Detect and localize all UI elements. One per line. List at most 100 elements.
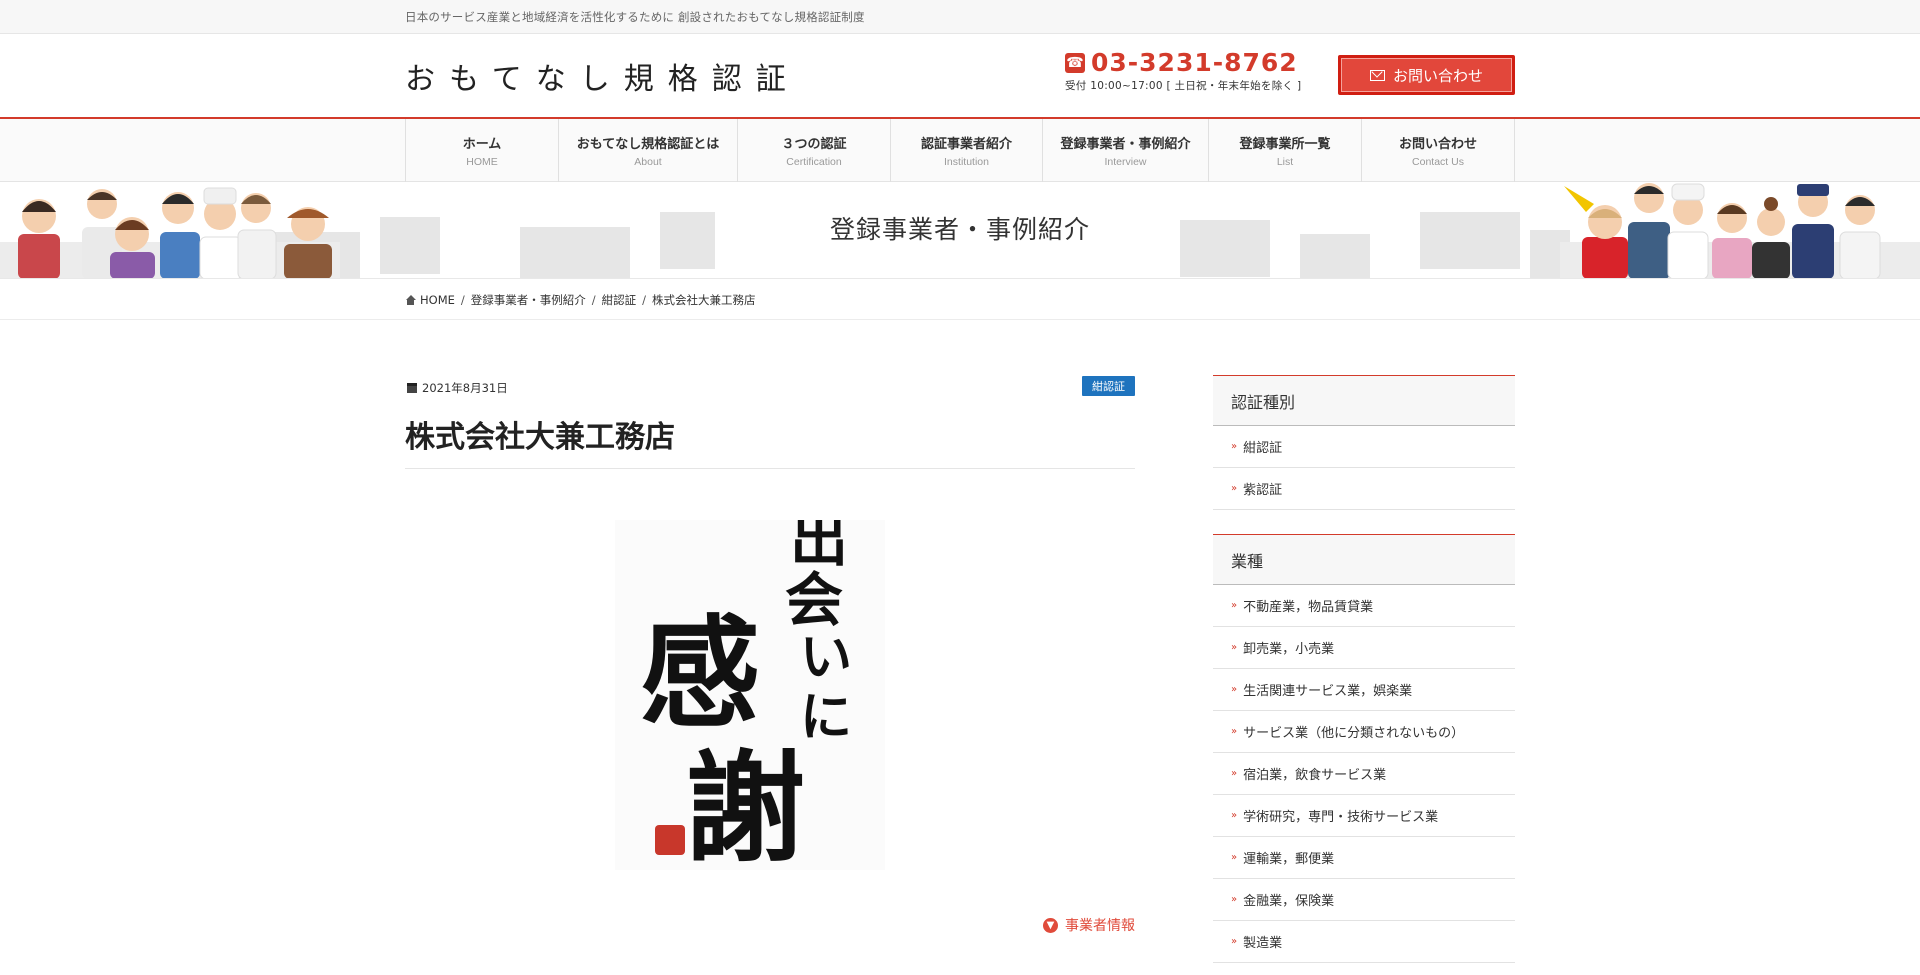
nav-item-sublabel: HOME (466, 156, 498, 168)
home-icon (405, 295, 416, 305)
sidebar-item-industry[interactable]: » 金融業，保険業 (1213, 879, 1515, 921)
nav-item-interview[interactable]: 登録事業者・事例紹介 Interview (1043, 119, 1209, 182)
nav-item-label: 登録事業所一覧 (1239, 137, 1331, 152)
nav-item-list[interactable]: 登録事業所一覧 List (1209, 119, 1362, 182)
phone-icon: ☎ (1065, 53, 1085, 73)
page-title: 登録事業者・事例紹介 (829, 215, 1090, 244)
chevron-right-icon: » (1231, 768, 1238, 779)
mail-icon (1369, 69, 1385, 81)
site-tagline: 日本のサービス産業と地域経済を活性化するために 創設されたおもてなし規格認証制度 (405, 10, 865, 24)
phone-hours: 受付 10:00~17:00 [ 土日祝・年末年始を除く ] (1065, 80, 1302, 92)
nav-item-sublabel: List (1276, 156, 1294, 168)
sidebar-item-label: 製造業 (1243, 936, 1283, 951)
post-title: 株式会社大兼工務店 (405, 412, 1135, 469)
nav-item-sublabel: Institution (944, 156, 989, 168)
sidebar: 認証種別 » 紺認証 » 紫認証 業種 » 不動産業，物品賃貸業 » 卸売業，小売業 »… (1213, 375, 1515, 975)
nav-item-label: おもてなし規格認証とは (576, 137, 720, 152)
sidebar-item-industry[interactable]: » 卸売業，小売業 (1213, 627, 1515, 669)
nav-item-sublabel: Interview (1104, 156, 1147, 168)
chevron-right-icon: » (1231, 441, 1238, 452)
chevron-right-icon: » (1231, 852, 1238, 863)
nav-item-about[interactable]: おもてなし規格認証とは About (559, 119, 738, 182)
red-seal-stamp (655, 825, 685, 855)
megaphone-icon (1564, 186, 1594, 212)
top-tagline-bar: 日本のサービス産業と地域経済を活性化するために 創設されたおもてなし規格認証制度 (0, 0, 1920, 34)
nav-item-sublabel: Certification (786, 156, 842, 168)
sidebar-item-label: 紺認証 (1243, 441, 1283, 456)
widget-industry: 業種 » 不動産業，物品賃貸業 » 卸売業，小売業 » 生活関連サービス業，娯楽業 »… (1213, 534, 1515, 963)
sidebar-item-label: 宿泊業，飲食サービス業 (1243, 768, 1387, 783)
calligraphy-image: 出 会 い に 感 謝 (615, 520, 885, 870)
calligraphy-char: い (800, 627, 852, 688)
sidebar-item-industry[interactable]: » 学術研究，専門・技術サービス業 (1213, 795, 1515, 837)
breadcrumb-separator: / (642, 293, 647, 307)
nav-item-label: ホーム (462, 137, 502, 152)
post-date: 2021年8月31日 (407, 380, 508, 396)
breadcrumb-interview[interactable]: 登録事業者・事例紹介 (471, 292, 586, 308)
breadcrumb-current: 株式会社大兼工務店 (652, 293, 756, 307)
global-nav: ホーム HOME おもてなし規格認証とは About ３つの認証 Certifi… (0, 119, 1920, 182)
site-header: おもてなし規格認証 ☎ 03-3231-8762 受付 10:00~17:00 … (0, 34, 1920, 119)
nav-item-sublabel: Contact Us (1412, 156, 1464, 168)
nav-item-label: 登録事業者・事例紹介 (1060, 137, 1191, 152)
sidebar-item-purple-cert[interactable]: » 紫認証 (1213, 468, 1515, 510)
widget-title: 業種 (1213, 535, 1515, 585)
breadcrumb: HOME / 登録事業者・事例紹介 / 紺認証 / 株式会社大兼工務店 (0, 280, 1920, 320)
nav-item-home[interactable]: ホーム HOME (406, 119, 559, 182)
nav-item-label: 認証事業者紹介 (920, 137, 1012, 152)
calligraphy-char: 謝 (685, 738, 805, 870)
calendar-icon (407, 383, 417, 393)
sidebar-item-industry[interactable]: » サービス業（他に分類されないもの） (1213, 711, 1515, 753)
breadcrumb-separator: / (591, 293, 596, 307)
widget-title: 認証種別 (1213, 376, 1515, 426)
sidebar-item-label: 金融業，保険業 (1243, 894, 1335, 909)
sidebar-item-label: 卸売業，小売業 (1243, 642, 1335, 657)
chevron-right-icon: » (1231, 936, 1238, 947)
sidebar-item-label: 学術研究，専門・技術サービス業 (1243, 810, 1439, 825)
arrow-down-circle-icon: ▼ (1043, 917, 1058, 933)
phone-block: ☎ 03-3231-8762 受付 10:00~17:00 [ 土日祝・年末年始… (1065, 50, 1301, 93)
nav-item-label: お問い合わせ (1398, 137, 1477, 152)
site-title[interactable]: おもてなし規格認証 (405, 54, 800, 98)
sidebar-item-navy-cert[interactable]: » 紺認証 (1213, 426, 1515, 468)
calligraphy-char: に (800, 687, 852, 748)
calligraphy-char: 会 (785, 566, 843, 634)
nav-item-institution[interactable]: 認証事業者紹介 Institution (891, 119, 1043, 182)
sidebar-item-label: 運輸業，郵便業 (1243, 852, 1335, 867)
sidebar-item-industry[interactable]: » 宿泊業，飲食サービス業 (1213, 753, 1515, 795)
sidebar-item-label: 生活関連サービス業，娯楽業 (1243, 684, 1413, 699)
chevron-right-icon: » (1231, 810, 1238, 821)
category-badge[interactable]: 紺認証 (1082, 376, 1135, 396)
post-date-text: 2021年8月31日 (422, 381, 508, 395)
phone-number[interactable]: 03-3231-8762 (1091, 50, 1298, 76)
calligraphy-char: 感 (640, 603, 760, 744)
article: 2021年8月31日 紺認証 株式会社大兼工務店 出 会 い に 感 謝 ▼ 事… (405, 370, 1135, 934)
sidebar-item-industry[interactable]: » 運輸業，郵便業 (1213, 837, 1515, 879)
sidebar-item-industry[interactable]: » 不動産業，物品賃貸業 (1213, 585, 1515, 627)
chevron-right-icon: » (1231, 642, 1238, 653)
chevron-right-icon: » (1231, 726, 1238, 737)
chevron-right-icon: » (1231, 894, 1238, 905)
contact-button-label: お問い合わせ (1392, 66, 1483, 85)
page-header-banner: 登録事業者・事例紹介 (0, 182, 1920, 279)
business-info-link[interactable]: ▼ 事業者情報 (1043, 915, 1135, 935)
nav-item-sublabel: About (634, 156, 662, 168)
contact-button[interactable]: お問い合わせ (1338, 55, 1515, 95)
nav-item-contact[interactable]: お問い合わせ Contact Us (1362, 119, 1515, 182)
nav-item-label: ３つの認証 (781, 137, 847, 152)
article-meta: 2021年8月31日 紺認証 (405, 370, 1135, 400)
business-info-link-label: 事業者情報 (1065, 918, 1135, 934)
chevron-right-icon: » (1231, 483, 1238, 494)
sidebar-item-label: 紫認証 (1243, 483, 1283, 498)
nav-item-certification[interactable]: ３つの認証 Certification (738, 119, 891, 182)
sidebar-item-label: 不動産業，物品賃貸業 (1243, 600, 1374, 615)
chevron-right-icon: » (1231, 684, 1238, 695)
widget-cert-type: 認証種別 » 紺認証 » 紫認証 (1213, 375, 1515, 510)
sidebar-item-label: サービス業（他に分類されないもの） (1243, 726, 1465, 741)
breadcrumb-separator: / (460, 293, 465, 307)
sidebar-item-industry[interactable]: » 生活関連サービス業，娯楽業 (1213, 669, 1515, 711)
breadcrumb-category[interactable]: 紺認証 (602, 292, 637, 308)
chevron-right-icon: » (1231, 600, 1238, 611)
sidebar-item-industry[interactable]: » 製造業 (1213, 921, 1515, 963)
breadcrumb-home[interactable]: HOME (420, 293, 455, 307)
